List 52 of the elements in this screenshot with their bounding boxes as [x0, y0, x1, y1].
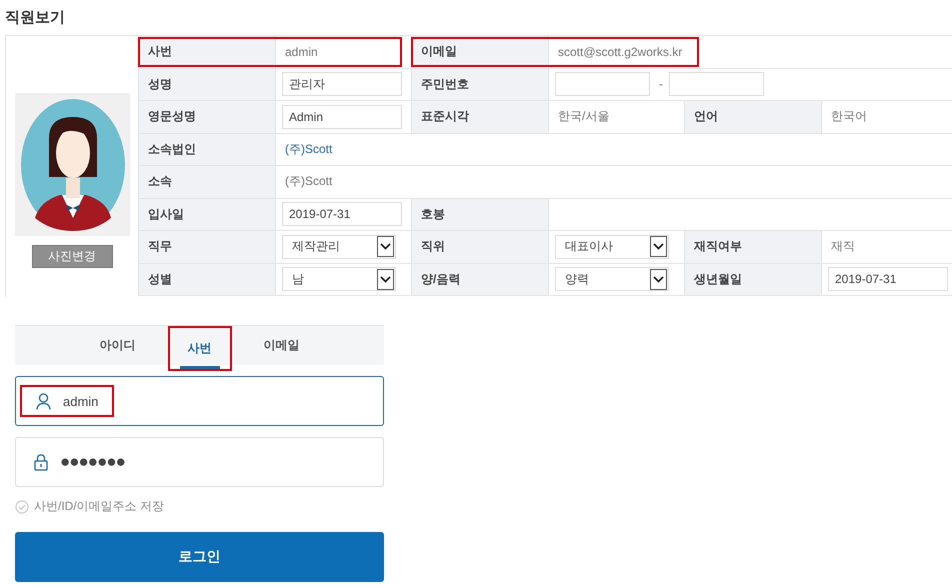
input-field[interactable]: 2019-07-31 — [282, 202, 402, 226]
password-input-field[interactable]: ●●●●●●● — [15, 437, 384, 487]
company-link[interactable]: (주)Scott — [282, 140, 332, 158]
field-label: 직무 — [148, 238, 172, 256]
login-button[interactable]: 로그인 — [15, 532, 384, 582]
field-label: 사번 — [148, 43, 172, 60]
field-value: 한국/서울 — [557, 108, 610, 126]
field-label: 입사일 — [148, 206, 184, 223]
select-field[interactable]: 대표이사 — [555, 234, 669, 259]
check-circle-icon[interactable] — [15, 500, 29, 514]
field-value: (주)Scott — [284, 173, 332, 190]
remember-label: 사번/ID/이메일주소 저장 — [34, 498, 164, 515]
caret-icon — [377, 268, 394, 290]
field-label: 생년월일 — [694, 270, 742, 288]
id-value: admin — [63, 394, 98, 408]
login-tab[interactable]: 사번 — [168, 326, 232, 371]
login-tab[interactable]: 아이디 — [86, 326, 150, 365]
select-field[interactable]: 제작관리 — [282, 234, 396, 259]
caret-icon — [650, 268, 667, 290]
field-label: 표준시각 — [421, 108, 469, 126]
field-label: 성명 — [148, 76, 172, 93]
input-field[interactable]: 관리자 — [282, 72, 402, 96]
caret-icon — [650, 236, 667, 258]
select-field[interactable]: 남 — [282, 267, 396, 292]
field-label: 성별 — [148, 270, 172, 288]
input-field[interactable]: 2019-07-31 — [828, 267, 948, 292]
id-input-field[interactable]: admin — [15, 376, 384, 426]
field-label: 재직여부 — [694, 238, 742, 256]
input-field[interactable]: Admin — [282, 104, 402, 129]
page-title: 직원보기 — [5, 8, 66, 28]
field-label: 직위 — [421, 238, 445, 256]
field-label: 호봉 — [421, 206, 445, 223]
field-label: 주민번호 — [421, 76, 469, 93]
field-label: 영문성명 — [148, 108, 196, 126]
field-value: 한국어 — [830, 108, 867, 126]
field-label: 이메일 — [421, 43, 457, 60]
separator: - — [658, 77, 663, 92]
login-tab[interactable]: 이메일 — [250, 326, 314, 365]
input-field[interactable] — [669, 72, 764, 96]
field-value: admin — [284, 44, 318, 59]
password-value: ●●●●●●● — [60, 452, 125, 472]
caret-icon — [377, 236, 394, 258]
user-icon — [36, 392, 51, 410]
field-value: scott@scott.g2works.kr — [557, 44, 682, 59]
input-field[interactable] — [555, 72, 650, 96]
field-label: 언어 — [694, 108, 718, 126]
select-field[interactable]: 양력 — [555, 267, 669, 292]
field-label: 양/음력 — [421, 270, 460, 288]
lock-icon — [34, 454, 48, 470]
field-value: 재직 — [830, 238, 855, 256]
field-label: 소속법인 — [148, 140, 196, 158]
field-label: 소속 — [148, 173, 172, 190]
